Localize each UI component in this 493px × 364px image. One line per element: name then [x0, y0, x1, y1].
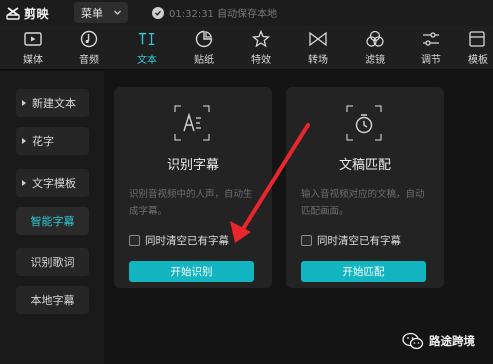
transition-icon — [309, 30, 327, 48]
autosave-text: 01:32:31 自动保存本地 — [169, 9, 278, 20]
start-recognition-button[interactable]: 开始识别 — [129, 261, 254, 282]
tool-transition[interactable]: 转场 — [298, 30, 338, 68]
tool-filter[interactable]: 滤镜 — [355, 30, 395, 68]
tool-label: 特效 — [251, 55, 271, 66]
expand-triangle-icon — [22, 138, 26, 144]
sidebar-item-label: 文字模板 — [32, 177, 76, 190]
wechat-icon — [402, 332, 424, 350]
filter-icon — [366, 30, 384, 48]
card-description: 输入音视频对应的文稿，自动匹配画面。 — [301, 189, 425, 217]
sidebar-item-label: 本地字幕 — [30, 294, 75, 307]
tool-sticker[interactable]: 贴纸 — [184, 30, 224, 68]
smart-captions-panel: 识别字幕 识别音视频中的人声，自动生成字幕。 同时清空已有字幕 开始识别 文稿匹… — [104, 71, 493, 364]
sidebar-item-label: 花字 — [32, 135, 54, 148]
autosave-status: 01:32:31 自动保存本地 — [152, 5, 277, 20]
sidebar-item-local-captions[interactable]: 本地字幕 — [16, 286, 89, 314]
template-icon — [468, 30, 486, 48]
tool-label: 调节 — [421, 55, 441, 66]
tool-text[interactable]: 文本 — [127, 30, 167, 68]
effects-icon — [252, 30, 270, 48]
tool-label: 滤镜 — [365, 55, 385, 66]
card-title: 识别字幕 — [166, 158, 219, 173]
checkbox[interactable] — [301, 235, 312, 246]
sidebar-item-label: 新建文本 — [32, 97, 76, 110]
script-match-card: 文稿匹配 输入音视频对应的文稿，自动匹配画面。 同时清空已有字幕 开始匹配 — [286, 87, 444, 288]
text-icon — [138, 30, 156, 48]
sticker-icon — [195, 30, 213, 48]
sidebar-item-smart-captions[interactable]: 智能字幕 — [16, 207, 89, 235]
tool-label: 模板 — [468, 55, 488, 66]
menu-label: 菜单 — [81, 6, 103, 20]
tool-adjust[interactable]: 调节 — [411, 30, 451, 68]
watermark-text: 路途跨境 — [429, 334, 475, 348]
text-sidebar: 新建文本 花字 文字模板 智能字幕 识别歌词 本地字幕 — [0, 71, 104, 364]
auto-caption-card: 识别字幕 识别音视频中的人声，自动生成字幕。 同时清空已有字幕 开始识别 — [114, 87, 272, 288]
menu-button[interactable]: 菜单 — [74, 2, 128, 23]
checkbox[interactable] — [129, 235, 140, 246]
sidebar-item-label: 智能字幕 — [30, 215, 75, 228]
capcut-logo-icon — [6, 7, 20, 20]
tool-label: 文本 — [137, 55, 157, 66]
caption-recognize-icon — [174, 105, 210, 141]
sidebar-item-fancy-text[interactable]: 花字 — [16, 127, 89, 155]
clear-existing-captions-option[interactable]: 同时清空已有字幕 — [301, 233, 401, 248]
expand-triangle-icon — [22, 100, 26, 106]
card-title: 文稿匹配 — [338, 158, 391, 173]
media-icon — [24, 30, 42, 48]
audio-icon — [80, 30, 98, 48]
tool-label: 媒体 — [23, 55, 43, 66]
tool-label: 贴纸 — [194, 55, 214, 66]
sidebar-item-text-templates[interactable]: 文字模板 — [16, 169, 89, 197]
app-name: 剪映 — [24, 6, 50, 21]
title-bar: 剪映 菜单 01:32:31 自动保存本地 — [0, 0, 493, 26]
sidebar-item-recognize-lyrics[interactable]: 识别歌词 — [16, 248, 89, 276]
card-description: 识别音视频中的人声，自动生成字幕。 — [129, 189, 253, 217]
tool-audio[interactable]: 音频 — [69, 30, 109, 68]
sidebar-item-label: 识别歌词 — [30, 256, 75, 269]
script-match-icon — [346, 105, 382, 141]
tool-label: 转场 — [308, 55, 328, 66]
checkbox-label: 同时清空已有字幕 — [317, 235, 401, 247]
tool-label: 音频 — [79, 55, 99, 66]
main-toolbar: 媒体 音频 文本 贴纸 特效 转场 滤镜 调节 模板 — [0, 26, 493, 70]
tool-template[interactable]: 模板 — [468, 30, 493, 68]
app-logo: 剪映 — [6, 5, 49, 21]
adjust-icon — [422, 30, 440, 48]
chevron-down-icon — [114, 10, 121, 15]
check-circle-icon — [152, 6, 164, 19]
tool-media[interactable]: 媒体 — [13, 30, 53, 68]
watermark: 路途跨境 — [402, 332, 475, 350]
sidebar-item-new-text[interactable]: 新建文本 — [16, 89, 89, 117]
expand-triangle-icon — [22, 180, 26, 186]
start-matching-button[interactable]: 开始匹配 — [301, 261, 426, 282]
clear-existing-captions-option[interactable]: 同时清空已有字幕 — [129, 233, 229, 248]
checkbox-label: 同时清空已有字幕 — [145, 235, 229, 247]
tool-effects[interactable]: 特效 — [241, 30, 281, 68]
